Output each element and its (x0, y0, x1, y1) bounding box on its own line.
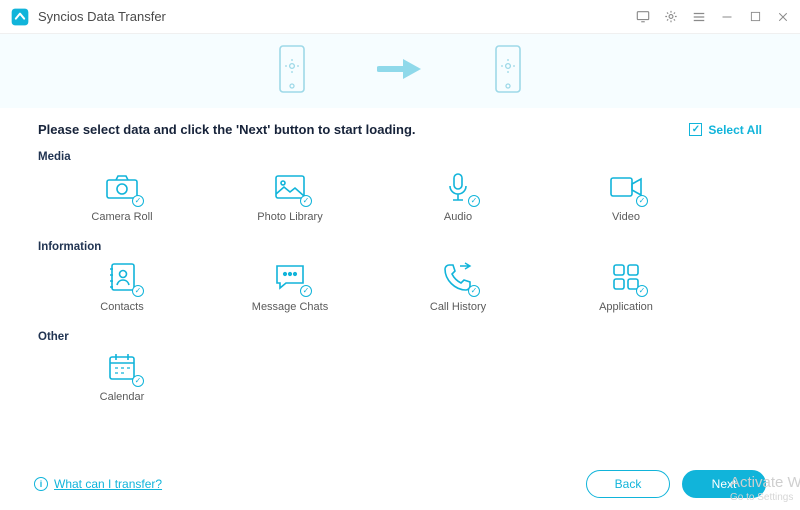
help-link[interactable]: i What can I transfer? (34, 477, 162, 491)
section-title-other: Other (38, 331, 762, 343)
other-grid: Calendar (38, 349, 762, 407)
help-link-label: What can I transfer? (54, 477, 162, 491)
gear-icon[interactable] (664, 10, 678, 24)
select-all-toggle[interactable]: Select All (689, 123, 762, 137)
device-transfer-band (0, 34, 800, 108)
next-button[interactable]: Next (682, 470, 766, 498)
titlebar: Syncios Data Transfer (0, 0, 800, 34)
back-button[interactable]: Back (586, 470, 670, 498)
data-item-application[interactable]: Application (542, 259, 710, 317)
data-item-audio[interactable]: Audio (374, 169, 542, 227)
close-icon[interactable] (776, 10, 790, 24)
information-grid: Contacts Message Chats Call History Appl… (38, 259, 762, 317)
maximize-icon[interactable] (748, 10, 762, 24)
target-phone-icon (493, 44, 523, 99)
checked-badge-icon (132, 285, 144, 297)
main-content: Please select data and click the 'Next' … (0, 108, 800, 407)
source-phone-icon (277, 44, 307, 99)
item-label: Photo Library (257, 211, 322, 223)
data-item-photo-library[interactable]: Photo Library (206, 169, 374, 227)
item-label: Call History (430, 301, 486, 313)
app-title: Syncios Data Transfer (38, 9, 636, 24)
checked-badge-icon (132, 375, 144, 387)
minimize-icon[interactable] (720, 10, 734, 24)
select-all-checkbox-icon (689, 123, 702, 136)
data-item-message-chats[interactable]: Message Chats (206, 259, 374, 317)
checked-badge-icon (636, 195, 648, 207)
checked-badge-icon (468, 195, 480, 207)
menu-icon[interactable] (692, 10, 706, 24)
checked-badge-icon (468, 285, 480, 297)
item-label: Contacts (100, 301, 143, 313)
instruction-text: Please select data and click the 'Next' … (38, 122, 689, 137)
section-title-media: Media (38, 151, 762, 163)
checked-badge-icon (300, 195, 312, 207)
item-label: Calendar (100, 391, 145, 403)
checked-badge-icon (300, 285, 312, 297)
data-item-calendar[interactable]: Calendar (38, 349, 206, 407)
cast-icon[interactable] (636, 10, 650, 24)
section-title-information: Information (38, 241, 762, 253)
window-controls (636, 10, 790, 24)
item-label: Audio (444, 211, 472, 223)
footer: i What can I transfer? Back Next (0, 458, 800, 510)
item-label: Camera Roll (91, 211, 152, 223)
media-grid: Camera Roll Photo Library Audio Video (38, 169, 762, 227)
transfer-arrow-icon (377, 57, 423, 86)
item-label: Message Chats (252, 301, 328, 313)
data-item-call-history[interactable]: Call History (374, 259, 542, 317)
item-label: Video (612, 211, 640, 223)
app-logo-icon (10, 7, 30, 27)
select-all-label: Select All (708, 123, 762, 137)
checked-badge-icon (636, 285, 648, 297)
data-item-video[interactable]: Video (542, 169, 710, 227)
checked-badge-icon (132, 195, 144, 207)
data-item-camera-roll[interactable]: Camera Roll (38, 169, 206, 227)
info-icon: i (34, 477, 48, 491)
item-label: Application (599, 301, 653, 313)
data-item-contacts[interactable]: Contacts (38, 259, 206, 317)
